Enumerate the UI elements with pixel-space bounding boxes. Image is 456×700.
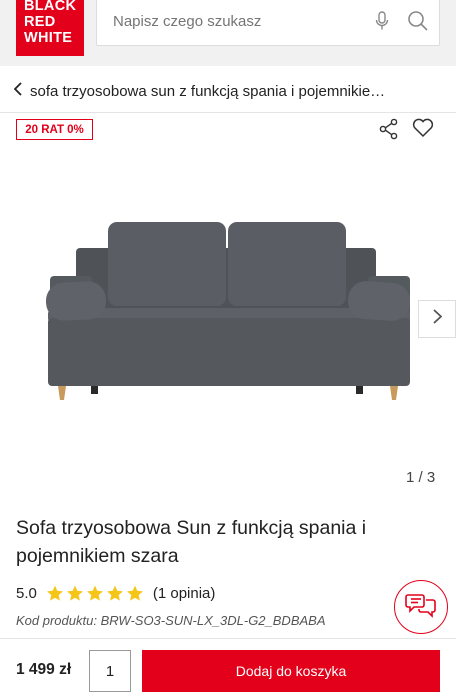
next-image-button[interactable] xyxy=(418,300,456,338)
search-icon[interactable] xyxy=(407,10,429,37)
product-image[interactable] xyxy=(40,210,420,410)
quantity-input[interactable] xyxy=(89,650,131,692)
star-icon xyxy=(86,585,103,601)
installment-badge: 20 RAT 0% xyxy=(16,119,93,140)
product-code: Kod produktu: BRW-SO3-SUN-LX_3DL-G2_BDBA… xyxy=(16,613,326,628)
purchase-bar: 1 499 zł Dodaj do koszyka xyxy=(0,638,456,700)
product-code-label: Kod produktu: xyxy=(16,613,97,628)
logo-line-3: WHITE xyxy=(24,30,73,46)
chevron-left-icon[interactable] xyxy=(13,81,22,101)
microphone-icon[interactable] xyxy=(375,11,389,36)
star-icon xyxy=(106,585,123,601)
chat-icon xyxy=(405,591,437,624)
product-code-value: BRW-SO3-SUN-LX_3DL-G2_BDBABA xyxy=(100,613,326,628)
product-title: Sofa trzyosobowa Sun z funkcją spania i … xyxy=(16,517,367,567)
chevron-right-icon xyxy=(432,309,442,329)
rating-row[interactable]: 5.0 (1 opinia) xyxy=(16,583,215,603)
breadcrumb-text[interactable]: sofa trzyosobowa sun z funkcją spania i … xyxy=(30,83,385,100)
logo-line-2: RED xyxy=(24,14,56,30)
star-icon xyxy=(126,585,143,601)
rating-count[interactable]: (1 opinia) xyxy=(153,585,216,602)
brand-logo[interactable]: BLACK RED WHITE xyxy=(16,0,84,56)
heart-icon[interactable] xyxy=(412,118,434,143)
rating-stars xyxy=(45,584,145,603)
product-price: 1 499 zł xyxy=(16,661,72,678)
image-counter: 1 / 3 xyxy=(406,469,436,486)
chat-button[interactable] xyxy=(394,580,448,634)
rating-value: 5.0 xyxy=(16,584,37,602)
search-input[interactable] xyxy=(113,13,353,30)
breadcrumb[interactable]: sofa trzyosobowa sun z funkcją spania i … xyxy=(13,80,385,102)
search-box xyxy=(96,0,440,46)
star-icon xyxy=(66,585,83,601)
add-to-cart-button[interactable]: Dodaj do koszyka xyxy=(142,650,440,692)
star-icon xyxy=(46,585,63,601)
share-icon[interactable] xyxy=(379,118,399,145)
logo-line-1: BLACK xyxy=(24,0,77,14)
top-header: BLACK RED WHITE xyxy=(0,0,456,66)
divider xyxy=(0,112,456,113)
